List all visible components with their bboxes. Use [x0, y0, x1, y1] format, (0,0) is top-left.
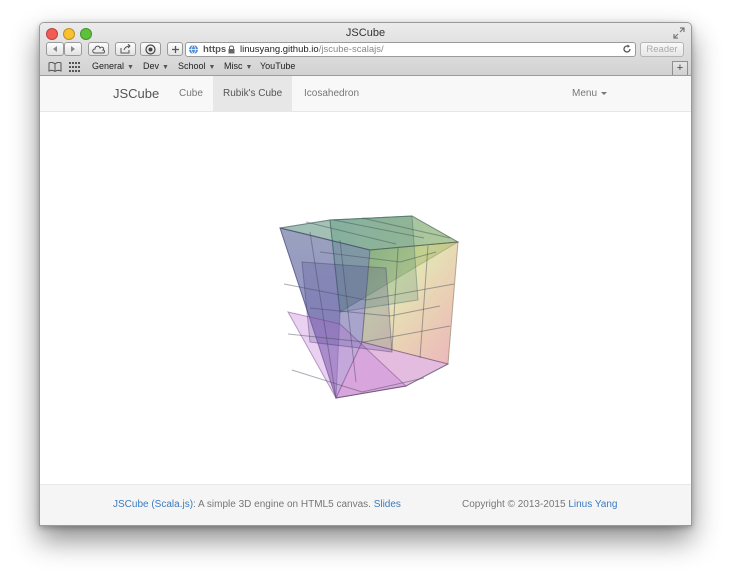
bookmark-label: YouTube	[260, 61, 296, 71]
bookmark-label: Misc	[224, 61, 243, 71]
nav-link-icosahedron[interactable]: Icosahedron	[294, 76, 369, 111]
slides-link[interactable]: Slides	[374, 499, 401, 510]
bookmark-label: School	[178, 61, 206, 71]
share-icon	[120, 44, 131, 54]
https-indicator: https	[203, 44, 227, 55]
grid-icon[interactable]	[69, 62, 81, 72]
footer-description: JSCube (Scala.js): A simple 3D engine on…	[113, 499, 401, 510]
new-tab-button[interactable]: +	[672, 61, 688, 75]
url-path: /jscube-scalajs/	[318, 44, 384, 55]
browser-toolbar: https linusyang.github.io/jscube-scalajs…	[40, 41, 691, 59]
bookmark-label: General	[92, 61, 125, 71]
plus-icon: +	[676, 62, 684, 74]
chevron-down-icon: ▼	[127, 64, 134, 71]
canvas-area	[40, 112, 691, 484]
menu-dropdown[interactable]: Menu	[572, 76, 608, 111]
book-icon[interactable]	[48, 62, 62, 72]
bookmark-youtube[interactable]: YouTube	[260, 61, 295, 71]
window-title: JSCube	[345, 27, 386, 39]
cube-body	[279, 215, 460, 400]
rubiks-cube-canvas[interactable]	[40, 112, 691, 484]
footer-copyright: Copyright © 2013-2015 Linus Yang	[462, 499, 617, 510]
reader-button[interactable]: Reader	[640, 42, 684, 57]
back-button[interactable]	[46, 42, 64, 56]
author-link[interactable]: Linus Yang	[568, 499, 617, 510]
chevron-down-icon: ▼	[245, 64, 253, 71]
chevron-down-icon: ▼	[162, 64, 169, 71]
lock-icon	[228, 45, 235, 54]
site-navbar: JSCube Cube Rubik's Cube Icosahedron Men…	[40, 76, 691, 112]
back-icon	[53, 46, 57, 52]
url-domain: linusyang.github.io	[240, 44, 319, 55]
bookmark-general[interactable]: General ▼	[92, 61, 134, 71]
reload-icon[interactable]	[622, 44, 632, 54]
bookmarks-bar: General ▼ Dev ▼ School ▼ Misc ▼ YouTube	[40, 60, 691, 74]
nav-link-cube[interactable]: Cube	[169, 76, 213, 111]
share-button[interactable]	[115, 42, 136, 56]
browser-chrome: JSCube https linusyang.github.io/jscube-…	[40, 23, 691, 76]
bookmark-dev[interactable]: Dev ▼	[143, 61, 169, 71]
address-bar[interactable]: https linusyang.github.io/jscube-scalajs…	[185, 42, 636, 57]
forward-icon	[71, 46, 75, 52]
plus-icon	[171, 45, 179, 53]
ghostery-button[interactable]	[140, 42, 161, 56]
cloud-icon	[91, 45, 105, 54]
nav-link-rubiks-cube[interactable]: Rubik's Cube	[213, 76, 293, 111]
project-link[interactable]: JSCube (Scala.js)	[113, 499, 193, 510]
bookmark-label: Dev	[143, 61, 160, 71]
fullscreen-icon[interactable]	[673, 27, 685, 39]
icloud-tabs-button[interactable]	[88, 42, 109, 56]
copyright-text: Copyright © 2013-2015	[462, 499, 569, 510]
site-footer: JSCube (Scala.js): A simple 3D engine on…	[40, 484, 691, 525]
forward-button[interactable]	[64, 42, 82, 56]
url-text: linusyang.github.io/jscube-scalajs/	[240, 43, 384, 56]
footer-description-text: : A simple 3D engine on HTML5 canvas.	[193, 499, 374, 510]
chevron-down-icon	[601, 91, 608, 95]
globe-icon	[189, 44, 198, 55]
chevron-down-icon: ▼	[208, 64, 216, 71]
bookmark-school[interactable]: School ▼	[178, 61, 215, 71]
bookmark-misc[interactable]: Misc ▼	[224, 61, 252, 71]
shield-icon	[145, 43, 156, 55]
menu-label: Menu	[572, 88, 598, 99]
add-bookmark-button[interactable]	[167, 42, 183, 56]
site-brand[interactable]: JSCube	[113, 86, 159, 101]
browser-window: JSCube https linusyang.github.io/jscube-…	[39, 22, 692, 526]
